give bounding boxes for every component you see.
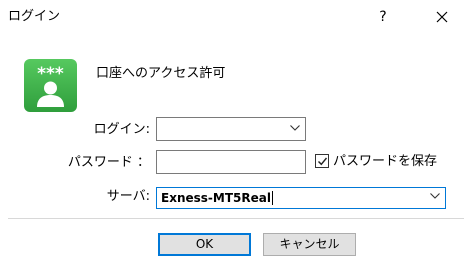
window-title: ログイン xyxy=(8,9,61,24)
cancel-button[interactable]: キャンセル xyxy=(263,233,356,256)
save-password-label: パスワードを保存 xyxy=(333,154,438,169)
help-icon: ? xyxy=(379,9,387,25)
close-icon xyxy=(436,11,448,23)
server-value: Exness-MT5Real xyxy=(161,191,271,205)
login-label: ログイン: xyxy=(93,122,150,137)
server-value-wrap: Exness-MT5Real xyxy=(161,188,273,208)
help-button[interactable]: ? xyxy=(372,5,394,29)
server-combobox[interactable]: Exness-MT5Real xyxy=(156,187,446,209)
chevron-down-icon xyxy=(290,125,300,131)
account-icon: *** xyxy=(24,59,77,112)
text-caret xyxy=(271,191,273,205)
password-label: パスワード ： xyxy=(67,155,150,170)
password-field[interactable] xyxy=(156,150,306,174)
chevron-down-icon xyxy=(430,193,440,199)
divider xyxy=(8,218,464,219)
login-dialog: ログイン ? *** 口座へのアクセス許可 ログイン: パスワード ： パスワー… xyxy=(0,0,472,268)
password-mask-badge: *** xyxy=(37,64,64,84)
login-combobox[interactable] xyxy=(156,117,306,141)
checkbox-box[interactable] xyxy=(315,154,329,168)
checkmark-icon xyxy=(318,157,328,166)
dialog-heading: 口座へのアクセス許可 xyxy=(96,66,226,81)
ok-button[interactable]: OK xyxy=(158,233,251,256)
close-button[interactable] xyxy=(428,5,456,29)
server-label: サーバ: xyxy=(106,189,150,204)
